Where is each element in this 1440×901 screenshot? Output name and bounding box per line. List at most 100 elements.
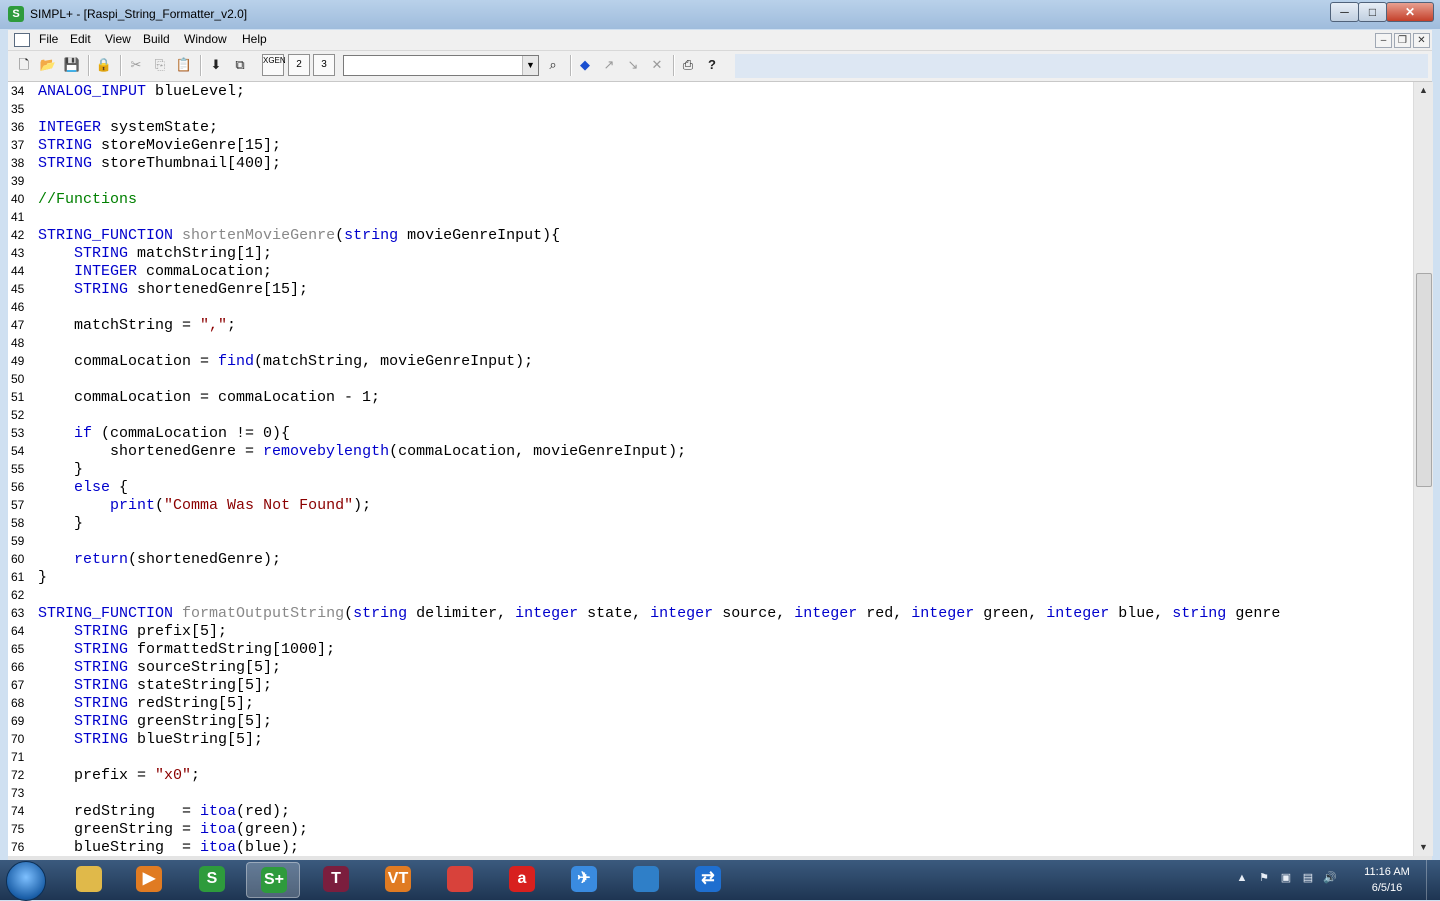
open-folder-icon[interactable]: 📂: [38, 55, 58, 75]
code-line[interactable]: 35: [8, 100, 38, 118]
code-line[interactable]: 45 STRING shortenedGenre[15];: [8, 280, 308, 298]
menu-help[interactable]: Help: [242, 32, 267, 46]
menu-file[interactable]: File: [39, 32, 58, 46]
code-editor[interactable]: 34 ANALOG_INPUT blueLevel; 35 36 INTEGER sys…: [8, 82, 1413, 856]
mdi-minimize-button[interactable]: –: [1375, 33, 1392, 48]
code-line[interactable]: 44 INTEGER commaLocation;: [8, 262, 272, 280]
document-icon[interactable]: [14, 33, 30, 47]
taskbar-toolbox-button[interactable]: T: [309, 862, 363, 898]
taskbar-explorer-button[interactable]: [62, 862, 116, 898]
code-line[interactable]: 73: [8, 784, 38, 802]
code-line[interactable]: 71: [8, 748, 38, 766]
bookmark-prev-icon[interactable]: ↘: [623, 55, 643, 75]
volume-icon[interactable]: 🔊: [1323, 871, 1337, 885]
code-line[interactable]: 68 STRING redString[5];: [8, 694, 254, 712]
code-line[interactable]: 74 redString = itoa(red);: [8, 802, 290, 820]
new-file-icon[interactable]: 🗋: [14, 55, 34, 75]
code-line[interactable]: 53 if (commaLocation != 0){: [8, 424, 290, 442]
code-line[interactable]: 57 print("Comma Was Not Found");: [8, 496, 371, 514]
clock-time[interactable]: 11:16 AM: [1352, 866, 1422, 878]
bookmark-toggle-icon[interactable]: ◆: [575, 55, 595, 75]
save-icon[interactable]: 💾: [62, 55, 82, 75]
cut-icon[interactable]: ✂: [126, 55, 146, 75]
code-line[interactable]: 72 prefix = "x0";: [8, 766, 200, 784]
code-line[interactable]: 59: [8, 532, 38, 550]
network-icon[interactable]: ▤: [1301, 871, 1315, 885]
compile-all-icon[interactable]: ⧉: [230, 55, 250, 75]
code-line[interactable]: 51 commaLocation = commaLocation - 1;: [8, 388, 380, 406]
clock-date[interactable]: 6/5/16: [1352, 882, 1422, 894]
help-icon[interactable]: ?: [702, 55, 722, 75]
code-line[interactable]: 36 INTEGER systemState;: [8, 118, 218, 136]
menu-build[interactable]: Build: [143, 32, 170, 46]
menu-edit[interactable]: Edit: [70, 32, 91, 46]
device-icon[interactable]: ▣: [1279, 871, 1293, 885]
code-line[interactable]: 61}: [8, 568, 47, 586]
code-line[interactable]: 41: [8, 208, 38, 226]
taskbar-media-player-button[interactable]: ▶: [122, 862, 176, 898]
taskbar-fileshare-button[interactable]: ✈: [557, 862, 611, 898]
close-button[interactable]: ✕: [1386, 2, 1434, 22]
vertical-scrollbar[interactable]: ▲ ▼: [1413, 82, 1433, 856]
taskbar-teamviewer-button[interactable]: ⇄: [681, 862, 735, 898]
action-center-icon[interactable]: ⚑: [1257, 871, 1271, 885]
code-line[interactable]: 76 blueString = itoa(blue);: [8, 838, 299, 856]
lock-icon[interactable]: 🔒: [94, 55, 114, 75]
taskbar-chat-button[interactable]: [619, 862, 673, 898]
code-line[interactable]: 54 shortenedGenre = removebylength(comma…: [8, 442, 686, 460]
code-line[interactable]: 37 STRING storeMovieGenre[15];: [8, 136, 281, 154]
scroll-up-icon[interactable]: ▲: [1414, 82, 1433, 99]
taskbar-chrome-button[interactable]: [433, 862, 487, 898]
paste-icon[interactable]: 📋: [174, 55, 194, 75]
mdi-restore-button[interactable]: ❐: [1394, 33, 1411, 48]
taskbar-vt-pro-button[interactable]: VT: [371, 862, 425, 898]
compile-icon[interactable]: ⬇: [206, 55, 226, 75]
code-line[interactable]: 64 STRING prefix[5];: [8, 622, 227, 640]
xgen-button[interactable]: XGEN: [262, 54, 286, 76]
code-line[interactable]: 42 STRING_FUNCTION shortenMovieGenre(stri…: [8, 226, 560, 244]
code-line[interactable]: 48: [8, 334, 38, 352]
function-combo[interactable]: ▼: [343, 55, 539, 76]
code-line[interactable]: 55 }: [8, 460, 83, 478]
taskbar-simpl-plus-button[interactable]: S+: [246, 862, 300, 898]
chevron-down-icon[interactable]: ▼: [522, 56, 538, 75]
start-button[interactable]: [6, 861, 46, 901]
code-line[interactable]: 50: [8, 370, 38, 388]
printer-icon[interactable]: ⎙: [678, 55, 698, 75]
code-line[interactable]: 58 }: [8, 514, 83, 532]
code-line[interactable]: 70 STRING blueString[5];: [8, 730, 263, 748]
maximize-button[interactable]: □: [1358, 2, 1387, 22]
taskbar-simpl-windows-button[interactable]: S: [185, 862, 239, 898]
code-line[interactable]: 40 //Functions: [8, 190, 137, 208]
code-line[interactable]: 43 STRING matchString[1];: [8, 244, 272, 262]
code-line[interactable]: 65 STRING formattedString[1000];: [8, 640, 335, 658]
show-desktop-button[interactable]: [1426, 860, 1440, 900]
code-line[interactable]: 38 STRING storeThumbnail[400];: [8, 154, 281, 172]
scrollbar-thumb[interactable]: [1416, 273, 1432, 488]
mdi-close-button[interactable]: ✕: [1413, 33, 1430, 48]
tray-expand-icon[interactable]: ▲: [1235, 871, 1249, 885]
menu-view[interactable]: View: [105, 32, 131, 46]
code-line[interactable]: 52: [8, 406, 38, 424]
build-2-button[interactable]: 2: [288, 54, 310, 76]
bookmark-clear-icon[interactable]: ✕: [647, 55, 667, 75]
code-line[interactable]: 75 greenString = itoa(green);: [8, 820, 308, 838]
code-line[interactable]: 62: [8, 586, 38, 604]
minimize-button[interactable]: ─: [1330, 2, 1359, 22]
taskbar-acrobat-button[interactable]: a: [495, 862, 549, 898]
code-line[interactable]: 49 commaLocation = find(matchString, mov…: [8, 352, 533, 370]
code-line[interactable]: 60 return(shortenedGenre);: [8, 550, 281, 568]
code-line[interactable]: 47 matchString = ",";: [8, 316, 236, 334]
code-line[interactable]: 67 STRING stateString[5];: [8, 676, 272, 694]
code-line[interactable]: 69 STRING greenString[5];: [8, 712, 272, 730]
code-line[interactable]: 63 STRING_FUNCTION formatOutputString(str…: [8, 604, 1280, 622]
menu-window[interactable]: Window: [184, 32, 227, 46]
code-line[interactable]: 66 STRING sourceString[5];: [8, 658, 281, 676]
code-line[interactable]: 39: [8, 172, 38, 190]
scroll-down-icon[interactable]: ▼: [1414, 839, 1433, 856]
build-3-button[interactable]: 3: [313, 54, 335, 76]
binoculars-icon[interactable]: ⌕: [543, 55, 563, 75]
code-line[interactable]: 46: [8, 298, 38, 316]
code-line[interactable]: 34 ANALOG_INPUT blueLevel;: [8, 82, 245, 100]
copy-icon[interactable]: ⎘: [150, 55, 170, 75]
